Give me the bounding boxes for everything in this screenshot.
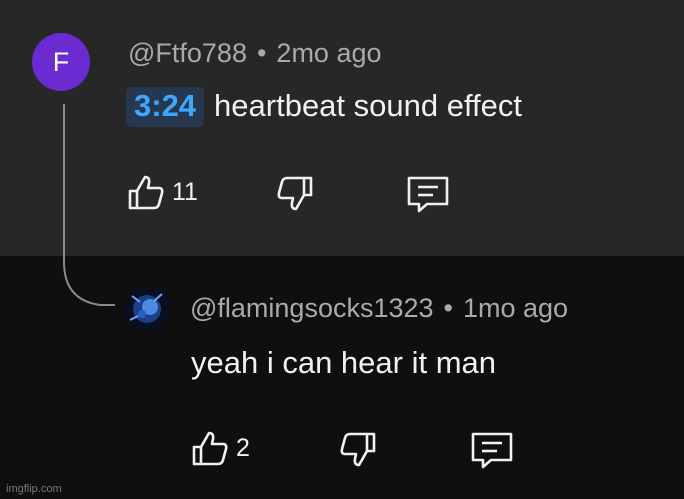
reply-like-button[interactable]: 2 [190,428,250,468]
like-count: 11 [172,177,198,206]
reply-like-count: 2 [236,433,250,462]
thumbs-up-icon [192,431,228,466]
reply-avatar-image [124,286,170,332]
reply-meta: @flamingsocks1323 • 1mo ago [190,293,568,324]
thumbs-down-icon [340,432,376,467]
reply-dislike-button[interactable] [338,431,378,471]
reply-reply-button[interactable] [468,430,516,470]
avatar-letter: F [52,46,70,77]
watermark: imgflip.com [6,483,62,495]
meta-separator: • [256,38,267,68]
thumbs-down-icon [277,176,313,211]
reply-author[interactable]: @flamingsocks1323 [190,293,434,323]
comment-body: heartbeat sound effect [214,88,522,123]
comment-age[interactable]: 2mo ago [276,38,381,68]
avatar[interactable]: F [32,33,90,91]
reply-avatar[interactable] [124,286,170,332]
meta-separator: • [443,293,453,323]
comment-text: 3:24 heartbeat sound effect [126,87,522,127]
reply-age[interactable]: 1mo ago [463,293,568,323]
comment-author[interactable]: @Ftfo788 [128,38,247,68]
timestamp-link[interactable]: 3:24 [126,87,205,127]
reply-text: yeah i can hear it man [191,345,496,381]
reply-icon [471,432,513,469]
dislike-button[interactable] [275,175,315,215]
like-button[interactable]: 11 [126,172,198,212]
reply-button[interactable] [404,174,452,214]
reply-body: yeah i can hear it man [191,345,497,380]
reply-icon [407,176,449,213]
thumbs-up-icon [128,175,164,210]
comment-meta: @Ftfo788 • 2mo ago [128,38,382,69]
